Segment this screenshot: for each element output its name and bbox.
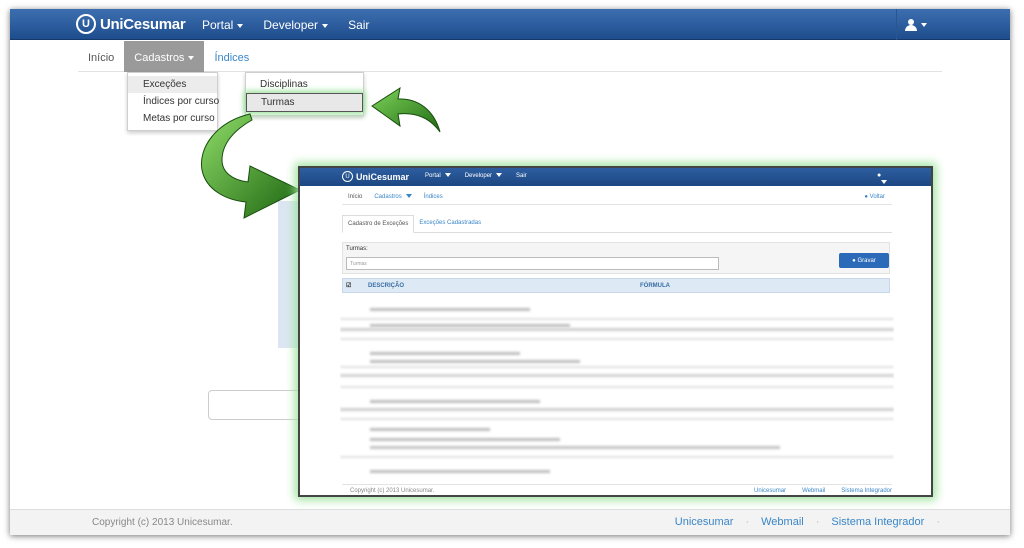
inset-brand[interactable]: U UniCesumar	[342, 171, 409, 182]
gravar-button[interactable]: ● Gravar	[839, 253, 889, 268]
row-divider	[340, 456, 894, 458]
blurred-row	[370, 400, 540, 403]
inset-top-navbar: U UniCesumar Portal Developer Sair ●	[300, 168, 931, 186]
top-navbar: U UniCesumar Portal Developer Sair	[10, 9, 1010, 40]
row-divider	[340, 366, 894, 368]
blurred-row	[340, 374, 894, 377]
unicesumar-logo-icon: U	[76, 14, 96, 34]
nav-developer[interactable]: Developer	[253, 9, 338, 41]
column-header-formula: FÓRMULA	[640, 283, 670, 289]
blurred-row	[340, 408, 894, 411]
inset-secondary-nav: Início Cadastros Índices	[342, 188, 892, 205]
tab-excecoes-cadastradas[interactable]: Exceções Cadastradas	[414, 215, 486, 233]
inset-tabs: Cadastro de Exceções Exceções Cadastrada…	[342, 215, 892, 233]
row-divider	[340, 386, 894, 388]
footer-link-sistema-integrador[interactable]: Sistema Integrador	[831, 516, 924, 528]
dropdown-item-indices-por-curso[interactable]: Índices por curso	[128, 93, 219, 110]
green-arrow-icon	[371, 86, 441, 133]
inset-nav-portal-label: Portal	[425, 173, 441, 179]
dropdown-item-excecoes[interactable]: Exceções	[128, 76, 217, 93]
footer-copyright: Copyright (c) 2013 Unicesumar.	[92, 517, 233, 528]
nav-sair-label: Sair	[348, 18, 370, 32]
inset-footer-copyright: Copyright (c) 2013 Unicesumar.	[350, 488, 435, 494]
row-divider	[340, 318, 894, 320]
brand[interactable]: U UniCesumar	[76, 14, 186, 34]
nav-sair[interactable]: Sair	[338, 9, 379, 41]
turmas-label: Turmas:	[346, 246, 368, 252]
user-icon	[904, 18, 917, 31]
user-menu-button[interactable]	[896, 9, 934, 40]
inset-logo-icon: U	[342, 171, 353, 182]
inset-voltar-label: Voltar	[869, 194, 885, 200]
screenshot-inset: U UniCesumar Portal Developer Sair ● Iní…	[298, 166, 933, 497]
blurred-row	[370, 428, 490, 431]
inset-footer-link-unicesumar[interactable]: Unicesumar	[754, 488, 786, 494]
page-footer: Copyright (c) 2013 Unicesumar. Unicesuma…	[10, 509, 1010, 535]
inset-user-icon[interactable]: ●	[877, 172, 887, 185]
inset-footer: Copyright (c) 2013 Unicesumar. Unicesuma…	[342, 484, 892, 495]
nav-developer-label: Developer	[263, 18, 319, 32]
secondary-nav: Início Cadastros Índices	[78, 41, 942, 72]
inset-footer-link-webmail[interactable]: Webmail	[802, 488, 825, 494]
blurred-row	[370, 446, 780, 449]
subnav-cadastros[interactable]: Cadastros	[124, 41, 205, 72]
nav-portal-label: Portal	[202, 18, 234, 32]
blurred-row	[370, 308, 530, 311]
footer-link-webmail[interactable]: Webmail	[761, 516, 804, 528]
caret-down-icon	[405, 194, 412, 199]
tab-cadastro-de-excecoes[interactable]: Cadastro de Exceções	[342, 215, 415, 233]
caret-down-icon	[322, 23, 329, 28]
background-box	[208, 390, 308, 420]
inset-nav-sair[interactable]: Sair	[509, 168, 534, 184]
subnav-cadastros-label: Cadastros	[134, 52, 185, 64]
inset-nav-portal[interactable]: Portal	[418, 168, 458, 184]
caret-down-icon	[881, 180, 887, 185]
inset-subnav-cadastros[interactable]: Cadastros	[368, 188, 417, 204]
inset-turmas-form: Turmas: Turmas ● Gravar	[342, 242, 890, 274]
row-divider	[340, 338, 894, 340]
inset-table-header: ☑ DESCRIÇÃO FÓRMULA	[342, 278, 890, 293]
caret-down-icon	[237, 23, 244, 28]
turmas-input[interactable]: Turmas	[346, 257, 719, 270]
caret-down-icon	[496, 173, 503, 178]
inset-subnav-cadastros-label: Cadastros	[374, 194, 402, 200]
inset-table-body-blurred	[340, 294, 894, 482]
submenu-item-disciplinas[interactable]: Disciplinas	[246, 76, 363, 93]
blurred-row	[370, 324, 570, 327]
caret-down-icon	[920, 22, 927, 27]
column-header-descricao: DESCRIÇÃO	[368, 283, 405, 289]
footer-link-unicesumar[interactable]: Unicesumar	[675, 516, 734, 528]
blurred-row	[370, 438, 560, 441]
subnav-indices[interactable]: Índices	[204, 41, 259, 72]
inset-nav-developer-label: Developer	[464, 173, 493, 179]
gravar-label: Gravar	[857, 257, 876, 264]
footer-separator: ·	[815, 516, 820, 528]
inset-subnav-indices[interactable]: Índices	[418, 188, 449, 204]
row-divider	[340, 418, 894, 420]
blurred-row	[340, 328, 894, 331]
select-all-checkbox[interactable]: ☑	[346, 282, 351, 289]
inset-footer-link-sistema-integrador[interactable]: Sistema Integrador	[841, 488, 892, 494]
footer-separator: ·	[936, 516, 940, 528]
caret-down-icon	[188, 56, 195, 61]
curved-green-arrow-icon	[200, 113, 302, 219]
blurred-row	[370, 352, 520, 355]
subnav-inicio[interactable]: Início	[78, 41, 124, 72]
caret-down-icon	[444, 173, 451, 178]
inset-nav-developer[interactable]: Developer	[458, 168, 509, 184]
footer-separator: ·	[745, 516, 750, 528]
inset-brand-name: UniCesumar	[356, 171, 410, 182]
blurred-row	[370, 360, 580, 363]
inset-subnav-inicio[interactable]: Início	[342, 188, 368, 204]
blurred-row	[370, 470, 550, 473]
inset-voltar-link[interactable]: ● Voltar	[864, 194, 885, 200]
nav-portal[interactable]: Portal	[192, 9, 253, 41]
brand-name: UniCesumar	[100, 15, 186, 33]
